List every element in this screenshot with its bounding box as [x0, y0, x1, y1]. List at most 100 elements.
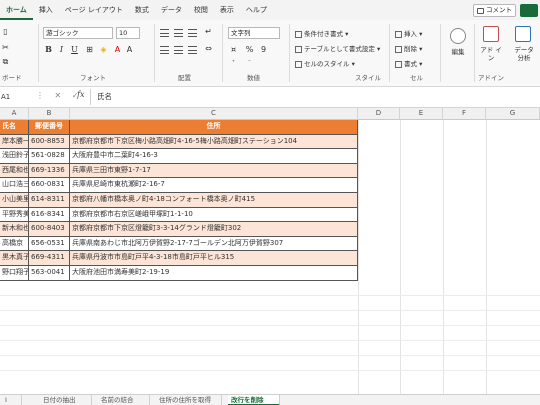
fill-color-icon[interactable]: ◈	[98, 44, 109, 55]
tab-insert[interactable]: 挿入	[33, 0, 59, 20]
sheet-tab-3[interactable]: 名前の結合	[98, 395, 150, 405]
table-cell[interactable]: 京都府八幡市橋本奥ノ町4-18コンフォート橋本奥ノ町415	[70, 193, 358, 208]
insert-function-icon[interactable]: fx	[77, 90, 84, 99]
cell-styles-button[interactable]: セルのスタイル ▾	[295, 58, 355, 68]
table-cell[interactable]: 京都府京都市下京区燈籠町3-3-14グランド燈籠町302	[70, 222, 358, 237]
cells-group-label: セル	[410, 74, 423, 82]
table-cell[interactable]: 669-4311	[29, 251, 70, 266]
format-as-table-button[interactable]: テーブルとして書式設定 ▾	[295, 43, 380, 53]
currency-icon[interactable]: ¤	[228, 44, 239, 55]
table-cell[interactable]: 600-8403	[29, 222, 70, 237]
font-color-icon[interactable]: A	[112, 44, 123, 55]
table-cell[interactable]: 600-8853	[29, 134, 70, 150]
table-cell[interactable]: 561-0828	[29, 149, 70, 164]
table-cell[interactable]: 黒木真子	[0, 251, 29, 266]
column-header-b[interactable]: B	[29, 108, 70, 120]
table-cell[interactable]: 兵庫県尼崎市東杭瀬町2-16-7	[70, 178, 358, 193]
table-cell[interactable]: 兵庫県三田市東野1-7-17	[70, 163, 358, 179]
delete-cells-button[interactable]: 削除 ▾	[395, 43, 422, 53]
tab-formulas[interactable]: 数式	[129, 0, 155, 20]
table-cell[interactable]: 660-0831	[29, 178, 70, 193]
column-header-a[interactable]: A	[0, 108, 29, 120]
comment-button[interactable]: コメント	[473, 4, 516, 17]
table-cell[interactable]: 兵庫県南あわじ市北阿万伊賀野2-17-7ゴールデン北阿万伊賀野307	[70, 236, 358, 252]
table-cell[interactable]: 大阪府豊中市二葉町4-16-3	[70, 149, 358, 164]
table-cell[interactable]: 京都府京都市右京区嵯峨甲塚町1-1-10	[70, 207, 358, 223]
sheet-tab-1[interactable]: Ⅰ	[2, 395, 22, 405]
addins-button-label[interactable]: アド イン	[478, 46, 504, 62]
sheet-tab-active[interactable]: 改行を削除	[228, 395, 280, 405]
align-left-icon[interactable]	[160, 46, 169, 54]
align-top-icon[interactable]	[160, 29, 169, 37]
borders-icon[interactable]: ⊞	[84, 44, 95, 55]
comma-button[interactable]: 9	[258, 44, 269, 55]
formula-input[interactable]: 氏名	[97, 91, 112, 102]
table-cell[interactable]: 西尾和也	[0, 163, 29, 179]
align-bottom-icon[interactable]	[188, 29, 197, 37]
format-cells-button[interactable]: 書式 ▾	[395, 58, 422, 68]
merge-cells-icon[interactable]: ⇔	[203, 43, 214, 54]
table-cell[interactable]: 563-0041	[29, 266, 70, 281]
search-icon[interactable]	[450, 28, 466, 44]
insert-cells-button[interactable]: 挿入 ▾	[395, 28, 422, 38]
column-header-d[interactable]: D	[358, 108, 400, 120]
increase-decimal-icon[interactable]: ⁺	[228, 57, 239, 68]
header-cell-postal[interactable]: 郵便番号	[29, 120, 70, 135]
table-cell[interactable]: 616-8341	[29, 207, 70, 223]
underline-button[interactable]: U	[69, 44, 80, 55]
table-cell[interactable]: 山口浩三	[0, 178, 29, 193]
number-format-select[interactable]: 文字列	[228, 27, 280, 39]
paste-icon[interactable]: ▯	[0, 26, 11, 37]
tab-view[interactable]: 表示	[214, 0, 240, 20]
tab-help[interactable]: ヘルプ	[240, 0, 273, 20]
table-cell[interactable]: 小山美里	[0, 193, 29, 208]
format-painter-icon[interactable]: ⧉	[0, 56, 11, 67]
column-header-g[interactable]: G	[486, 108, 540, 120]
share-button[interactable]	[520, 4, 538, 17]
font-name-select[interactable]: 游ゴシック	[43, 27, 113, 39]
header-cell-name[interactable]: 氏名	[0, 120, 29, 135]
table-cell[interactable]: 京都府京都市下京区梅小路高畑町4-16-5梅小路高畑町ステーション104	[70, 134, 358, 150]
align-center-icon[interactable]	[174, 46, 183, 54]
sheet-tab-bar: Ⅰ 日付の抽出 名前の結合 住所の住所を取得 改行を削除	[0, 394, 540, 405]
italic-button[interactable]: I	[56, 44, 67, 55]
tab-data[interactable]: データ	[155, 0, 188, 20]
table-cell[interactable]: 兵庫県丹波市市島町戸平4-3-18市島町戸平ヒル315	[70, 251, 358, 266]
wrap-text-icon[interactable]: ↵	[203, 26, 214, 37]
align-middle-icon[interactable]	[174, 29, 183, 37]
addins-icon[interactable]	[483, 26, 499, 42]
header-cell-address[interactable]: 住所	[70, 120, 358, 135]
table-cell[interactable]: 野口翔子	[0, 266, 29, 281]
edit-button-label[interactable]: 編集	[445, 48, 471, 56]
table-cell[interactable]: 平野秀美	[0, 207, 29, 223]
name-box[interactable]: A1	[0, 90, 30, 104]
table-cell[interactable]: 669-1336	[29, 163, 70, 179]
sheet-tab-4[interactable]: 住所の住所を取得	[156, 395, 222, 405]
table-cell[interactable]: 浅田鈴子	[0, 149, 29, 164]
table-cell[interactable]: 656-0531	[29, 236, 70, 252]
table-cell[interactable]: 高橋京	[0, 236, 29, 252]
align-right-icon[interactable]	[188, 46, 197, 54]
cut-icon[interactable]: ✂	[0, 42, 11, 53]
table-cell[interactable]: 岸本勝一	[0, 134, 29, 150]
conditional-format-button[interactable]: 条件付き書式 ▾	[295, 28, 348, 38]
font-grow-icon[interactable]: A	[124, 44, 135, 55]
tab-page-layout[interactable]: ページ レイアウト	[59, 0, 129, 20]
cancel-confirm-icons[interactable]: ⋮ ✕ ✓	[36, 91, 83, 100]
decrease-decimal-icon[interactable]: ⁻	[244, 57, 255, 68]
column-header-e[interactable]: E	[400, 108, 443, 120]
percent-button[interactable]: %	[244, 44, 255, 55]
data-analysis-button-label[interactable]: データ 分析	[510, 46, 538, 62]
table-cell[interactable]: 614-8311	[29, 193, 70, 208]
data-analysis-icon[interactable]	[515, 26, 531, 42]
column-header-f[interactable]: F	[443, 108, 486, 120]
comment-label: コメント	[486, 6, 512, 14]
column-header-c[interactable]: C	[70, 108, 358, 120]
font-size-select[interactable]: 10	[116, 27, 140, 39]
table-cell[interactable]: 新木和也	[0, 222, 29, 237]
tab-home[interactable]: ホーム	[0, 0, 33, 20]
tab-review[interactable]: 校閲	[188, 0, 214, 20]
bold-button[interactable]: B	[43, 44, 54, 55]
sheet-tab-2[interactable]: 日付の抽出	[40, 395, 92, 405]
table-cell[interactable]: 大阪府池田市満寿美町2-19-19	[70, 266, 358, 281]
